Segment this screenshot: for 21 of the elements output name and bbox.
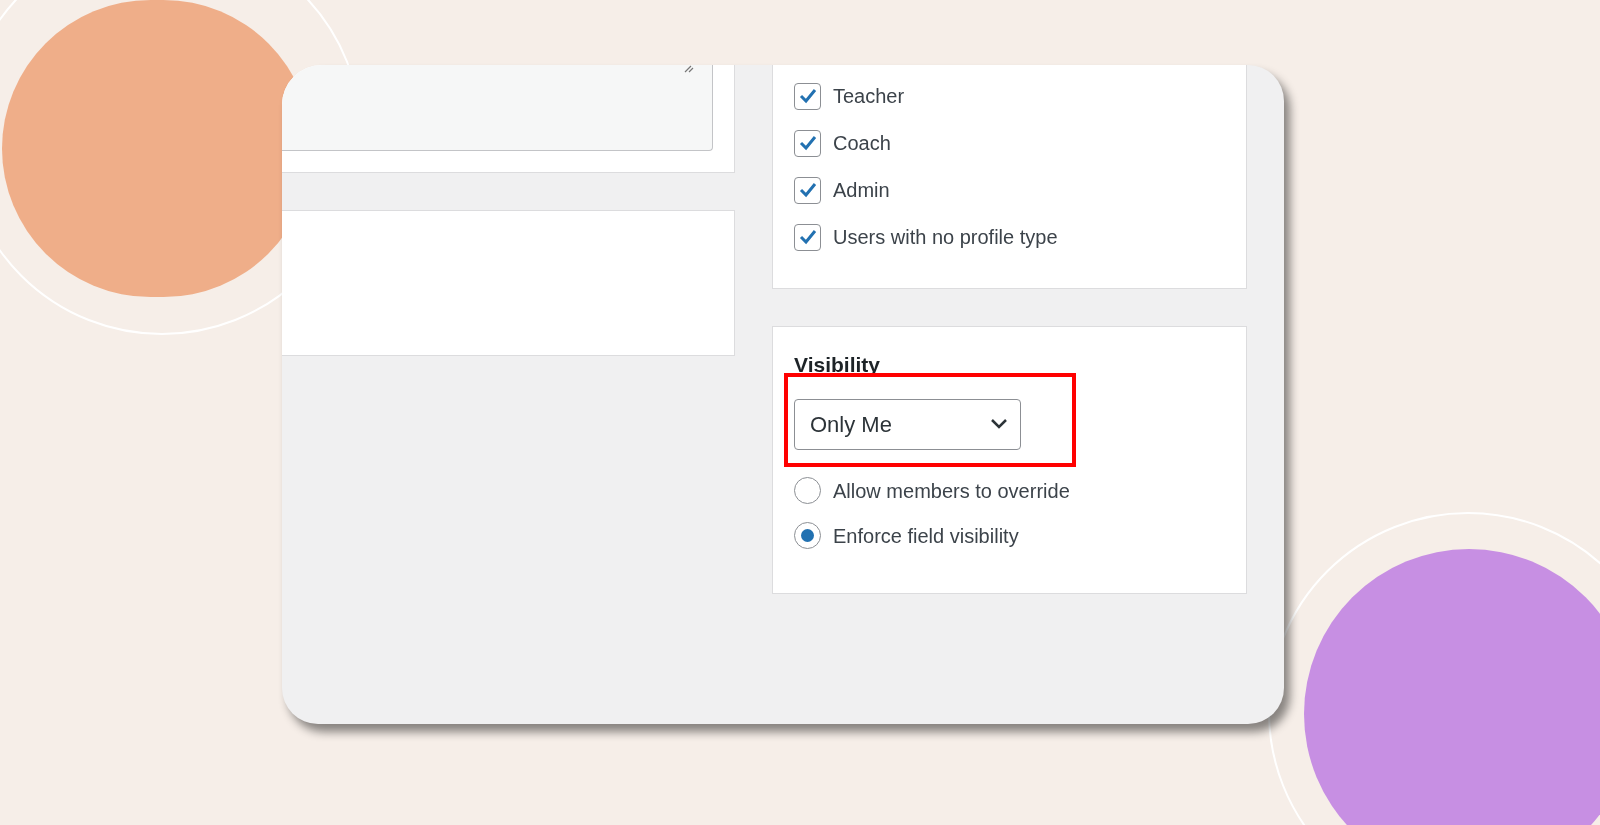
checkbox-label: Admin [833,178,890,203]
radio-button[interactable] [794,477,821,504]
textarea-field[interactable] [282,65,713,151]
visibility-dropdown[interactable]: Only Me [794,398,1021,450]
checkbox[interactable] [794,82,821,110]
checkbox-label: Users with no profile type [833,225,1058,250]
checkbox-label: Coach [833,131,891,156]
section-title: Visibility [794,352,881,378]
checkbox[interactable] [794,223,821,251]
radio-label: Enforce field visibility [833,523,1019,549]
checkmark-icon [798,135,817,151]
checkbox[interactable] [794,129,821,157]
radio-button[interactable] [794,522,821,549]
checkmark-icon [798,182,817,198]
chevron-down-icon [990,418,1008,430]
resize-handle-icon [684,65,694,73]
checkbox[interactable] [794,176,821,204]
checkbox-label: Teacher [833,84,905,109]
checkmark-icon [798,229,817,245]
checkmark-icon [798,88,817,104]
radio-label: Allow members to override [833,478,1070,504]
